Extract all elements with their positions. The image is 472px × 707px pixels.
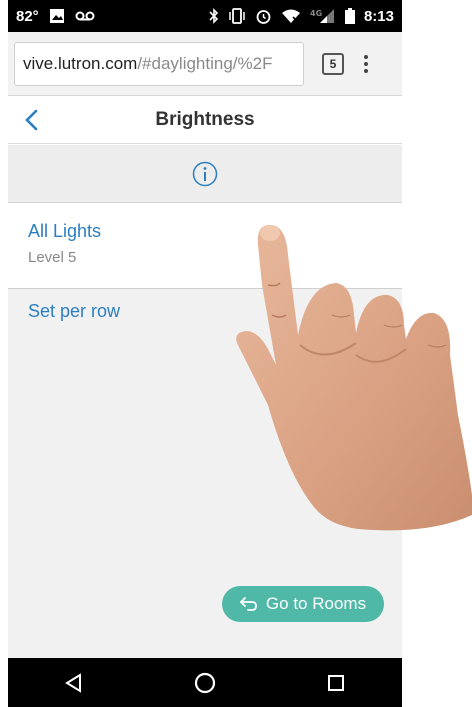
back-button[interactable] — [24, 106, 48, 134]
url-host: vive.lutron.com — [23, 53, 138, 73]
app-header: Brightness — [8, 96, 402, 144]
tab-switcher-button[interactable]: 5 — [322, 52, 344, 75]
clock: 8:13 — [363, 7, 394, 25]
nav-recents-button[interactable] — [316, 663, 356, 703]
chevron-left-icon — [25, 109, 38, 131]
signal-icon: 4G — [310, 7, 336, 25]
info-band — [8, 145, 402, 203]
vibrate-icon — [228, 7, 246, 25]
browser-toolbar: vive.lutron.com/#daylighting/%2F 5 — [8, 32, 402, 96]
overflow-menu-icon[interactable] — [364, 54, 368, 73]
all-lights-level: Level 5 — [28, 249, 77, 266]
triangle-back-icon — [64, 672, 81, 693]
image-icon — [49, 7, 65, 25]
network-type: 4G — [310, 9, 322, 18]
system-navigation-bar — [8, 658, 402, 707]
all-lights-label: All Lights — [28, 221, 102, 241]
temperature: 82° — [16, 7, 39, 25]
status-bar: 82° 4G 8:13 — [8, 0, 402, 32]
go-to-rooms-button[interactable]: Go to Rooms — [222, 586, 384, 622]
tab-count: 5 — [329, 56, 337, 71]
go-to-rooms-label: Go to Rooms — [265, 594, 367, 613]
circle-home-icon — [194, 672, 216, 693]
url-path: /#daylighting/%2F — [137, 53, 273, 73]
page-title: Brightness — [155, 108, 255, 130]
battery-icon — [344, 7, 355, 25]
return-arrow-icon — [240, 597, 257, 611]
nav-back-button[interactable] — [54, 663, 94, 703]
voicemail-icon — [75, 7, 95, 25]
bluetooth-icon — [209, 7, 219, 25]
wifi-off-icon — [281, 7, 301, 25]
pointing-hand — [236, 224, 472, 531]
url-field[interactable]: vive.lutron.com/#daylighting/%2F — [14, 41, 304, 86]
nav-home-button[interactable] — [185, 663, 225, 703]
set-per-row-label: Set per row — [28, 301, 121, 321]
square-recents-icon — [328, 674, 345, 691]
alarm-icon — [255, 7, 272, 25]
info-icon[interactable] — [192, 161, 218, 187]
